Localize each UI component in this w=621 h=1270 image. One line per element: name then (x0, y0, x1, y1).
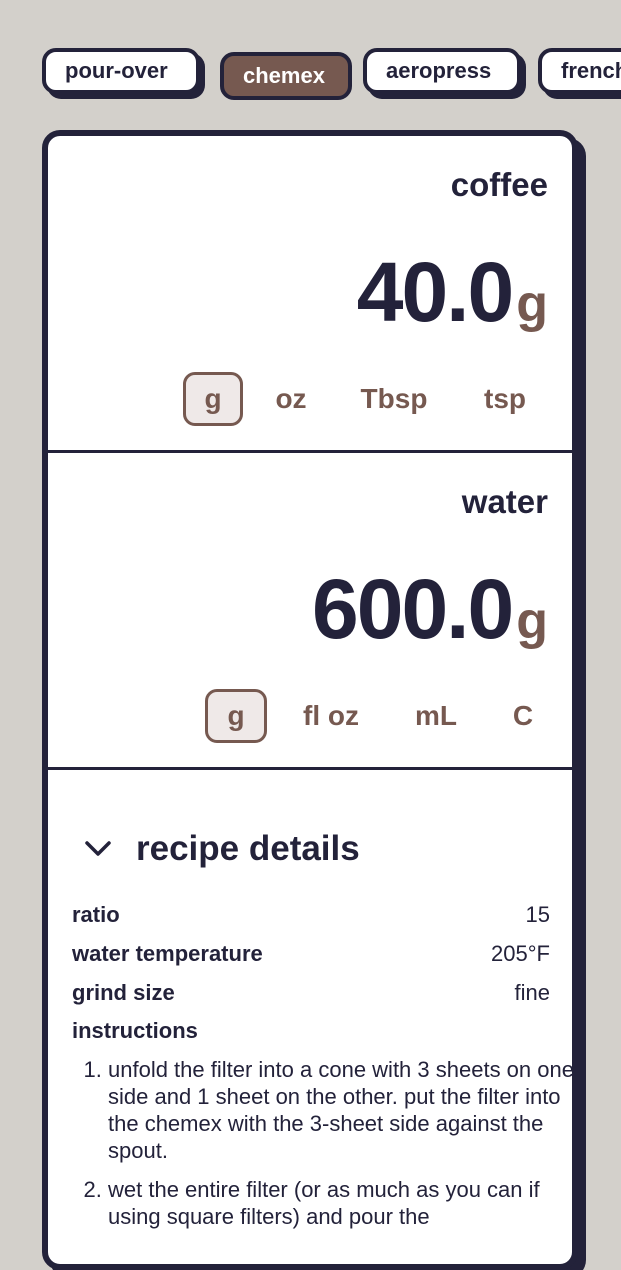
detail-key: water temperature (72, 941, 263, 966)
coffee-unit-g[interactable]: g (183, 372, 243, 426)
coffee-title: coffee (450, 166, 548, 203)
coffee-section: coffee 40.0g g oz Tbsp tsp (48, 136, 572, 453)
water-unit-g[interactable]: g (205, 689, 267, 743)
recipe-details-toggle[interactable]: recipe details (78, 824, 360, 874)
detail-key: grind size (72, 980, 175, 1005)
detail-row-ratio: ratio 15 (72, 902, 550, 934)
instruction-step: unfold the filter into a cone with 3 she… (108, 1056, 572, 1164)
instructions-label: instructions (72, 1018, 198, 1043)
water-unit-c[interactable]: C (493, 689, 553, 743)
water-unit-ml[interactable]: mL (401, 689, 471, 743)
tab-chemex[interactable]: chemex (220, 52, 352, 100)
coffee-unit-tbsp[interactable]: Tbsp (349, 372, 439, 426)
instructions-list: unfold the filter into a cone with 3 she… (72, 1056, 572, 1242)
tab-aeropress[interactable]: aeropress (363, 48, 521, 94)
coffee-amount-value[interactable]: 40.0 (357, 245, 514, 339)
detail-row-water-temperature: water temperature 205°F (72, 941, 550, 973)
water-amount[interactable]: 600.0g (312, 561, 548, 658)
coffee-amount-unit: g (516, 275, 548, 333)
detail-value: 205°F (491, 941, 550, 966)
water-section: water 600.0g g fl oz mL C (48, 453, 572, 770)
instruction-step: wet the entire filter (or as much as you… (108, 1176, 572, 1230)
water-unit-fl-oz[interactable]: fl oz (289, 689, 373, 743)
water-amount-value[interactable]: 600.0 (312, 562, 514, 656)
detail-key: ratio (72, 902, 120, 927)
detail-value: fine (514, 980, 550, 1005)
water-unit-selector: g fl oz mL C (203, 689, 563, 745)
recipe-card: coffee 40.0g g oz Tbsp tsp water 600.0g … (42, 130, 578, 1270)
coffee-unit-tsp[interactable]: tsp (465, 372, 545, 426)
brew-method-tabs: pour-over chemex aeropress french (42, 48, 621, 106)
coffee-unit-oz[interactable]: oz (261, 372, 321, 426)
chevron-down-icon (85, 841, 111, 856)
coffee-unit-selector: g oz Tbsp tsp (179, 372, 559, 428)
water-title: water (461, 483, 548, 520)
detail-row-grind-size: grind size fine (72, 980, 550, 1012)
recipe-details-title: recipe details (136, 829, 360, 868)
recipe-details: recipe details ratio 15 water temperatur… (48, 770, 572, 1264)
tab-pour-over[interactable]: pour-over (42, 48, 200, 94)
water-amount-unit: g (516, 592, 548, 650)
coffee-amount[interactable]: 40.0g (357, 244, 548, 341)
tab-french-press[interactable]: french (538, 48, 621, 94)
detail-value: 15 (525, 902, 550, 927)
